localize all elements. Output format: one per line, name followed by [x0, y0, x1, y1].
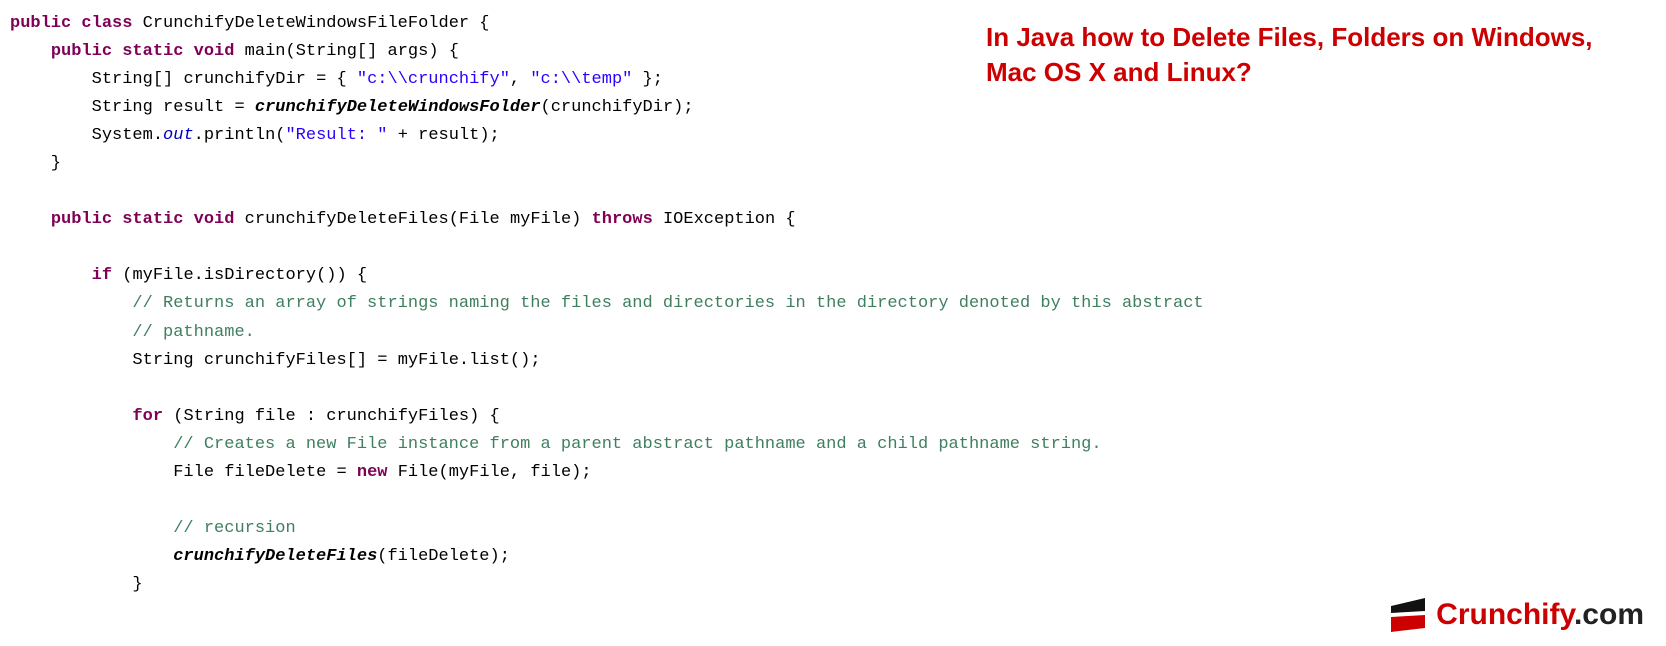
comment-line: // Returns an array of strings naming th… — [132, 294, 1203, 313]
method-println: println — [204, 126, 275, 145]
string-literal: "c:\\crunchify" — [357, 70, 510, 89]
type-string-arr: String[] — [296, 42, 378, 61]
method-list: list — [469, 351, 510, 370]
param-myFile: myFile — [510, 210, 571, 229]
crunchify-logo-icon — [1388, 598, 1428, 632]
method-call: crunchifyDeleteWindowsFolder — [255, 98, 541, 117]
keyword-static: static — [122, 210, 183, 229]
keyword-public: public — [51, 210, 112, 229]
var-myFile: myFile — [132, 266, 193, 285]
logo-brand: Crunchify — [1436, 598, 1574, 631]
field-out: out — [163, 126, 194, 145]
var-result: result — [163, 98, 224, 117]
string-literal: "Result: " — [285, 126, 387, 145]
class-name: CrunchifyDeleteWindowsFileFolder — [143, 14, 469, 33]
code-block: public class CrunchifyDeleteWindowsFileF… — [10, 10, 1656, 599]
type-file: File — [398, 463, 439, 482]
page-title: In Java how to Delete Files, Folders on … — [986, 20, 1636, 90]
param-args: args — [388, 42, 429, 61]
keyword-public: public — [51, 42, 112, 61]
var-fileDelete: fileDelete — [224, 463, 326, 482]
logo: Crunchify.com — [1388, 598, 1644, 632]
comment-line: // recursion — [173, 519, 295, 538]
var-fileDelete: fileDelete — [387, 547, 489, 566]
var-myFile: myFile — [398, 351, 459, 370]
keyword-void: void — [194, 42, 235, 61]
type-file: File — [173, 463, 214, 482]
type-ioexception: IOException — [663, 210, 775, 229]
keyword-static: static — [122, 42, 183, 61]
method-isDirectory: isDirectory — [204, 266, 316, 285]
var-myFile: myFile — [449, 463, 510, 482]
method-crunchifyDeleteFiles: crunchifyDeleteFiles — [245, 210, 449, 229]
var-crunchifyFiles: crunchifyFiles — [326, 407, 469, 426]
type-string: String — [183, 407, 244, 426]
var-file: file — [530, 463, 571, 482]
type-string-arr: String[] — [92, 70, 174, 89]
string-literal: "c:\\temp" — [530, 70, 632, 89]
var-file: file — [255, 407, 296, 426]
method-main: main — [245, 42, 286, 61]
comment-line: // pathname. — [132, 323, 254, 342]
keyword-public: public — [10, 14, 71, 33]
type-string: String — [132, 351, 193, 370]
var-crunchifyFiles: crunchifyFiles — [204, 351, 347, 370]
type-file: File — [459, 210, 500, 229]
keyword-void: void — [194, 210, 235, 229]
keyword-new: new — [357, 463, 388, 482]
var-result: result — [418, 126, 479, 145]
logo-text: Crunchify.com — [1436, 598, 1644, 632]
keyword-for: for — [132, 407, 163, 426]
type-string: String — [92, 98, 153, 117]
logo-suffix: .com — [1574, 598, 1644, 631]
method-call: crunchifyDeleteFiles — [173, 547, 377, 566]
keyword-throws: throws — [592, 210, 653, 229]
var-crunchifyDir: crunchifyDir — [183, 70, 305, 89]
class-system: System — [92, 126, 153, 145]
keyword-if: if — [92, 266, 112, 285]
var-crunchifyDir: crunchifyDir — [551, 98, 673, 117]
comment-line: // Creates a new File instance from a pa… — [173, 435, 1101, 454]
keyword-class: class — [81, 14, 132, 33]
